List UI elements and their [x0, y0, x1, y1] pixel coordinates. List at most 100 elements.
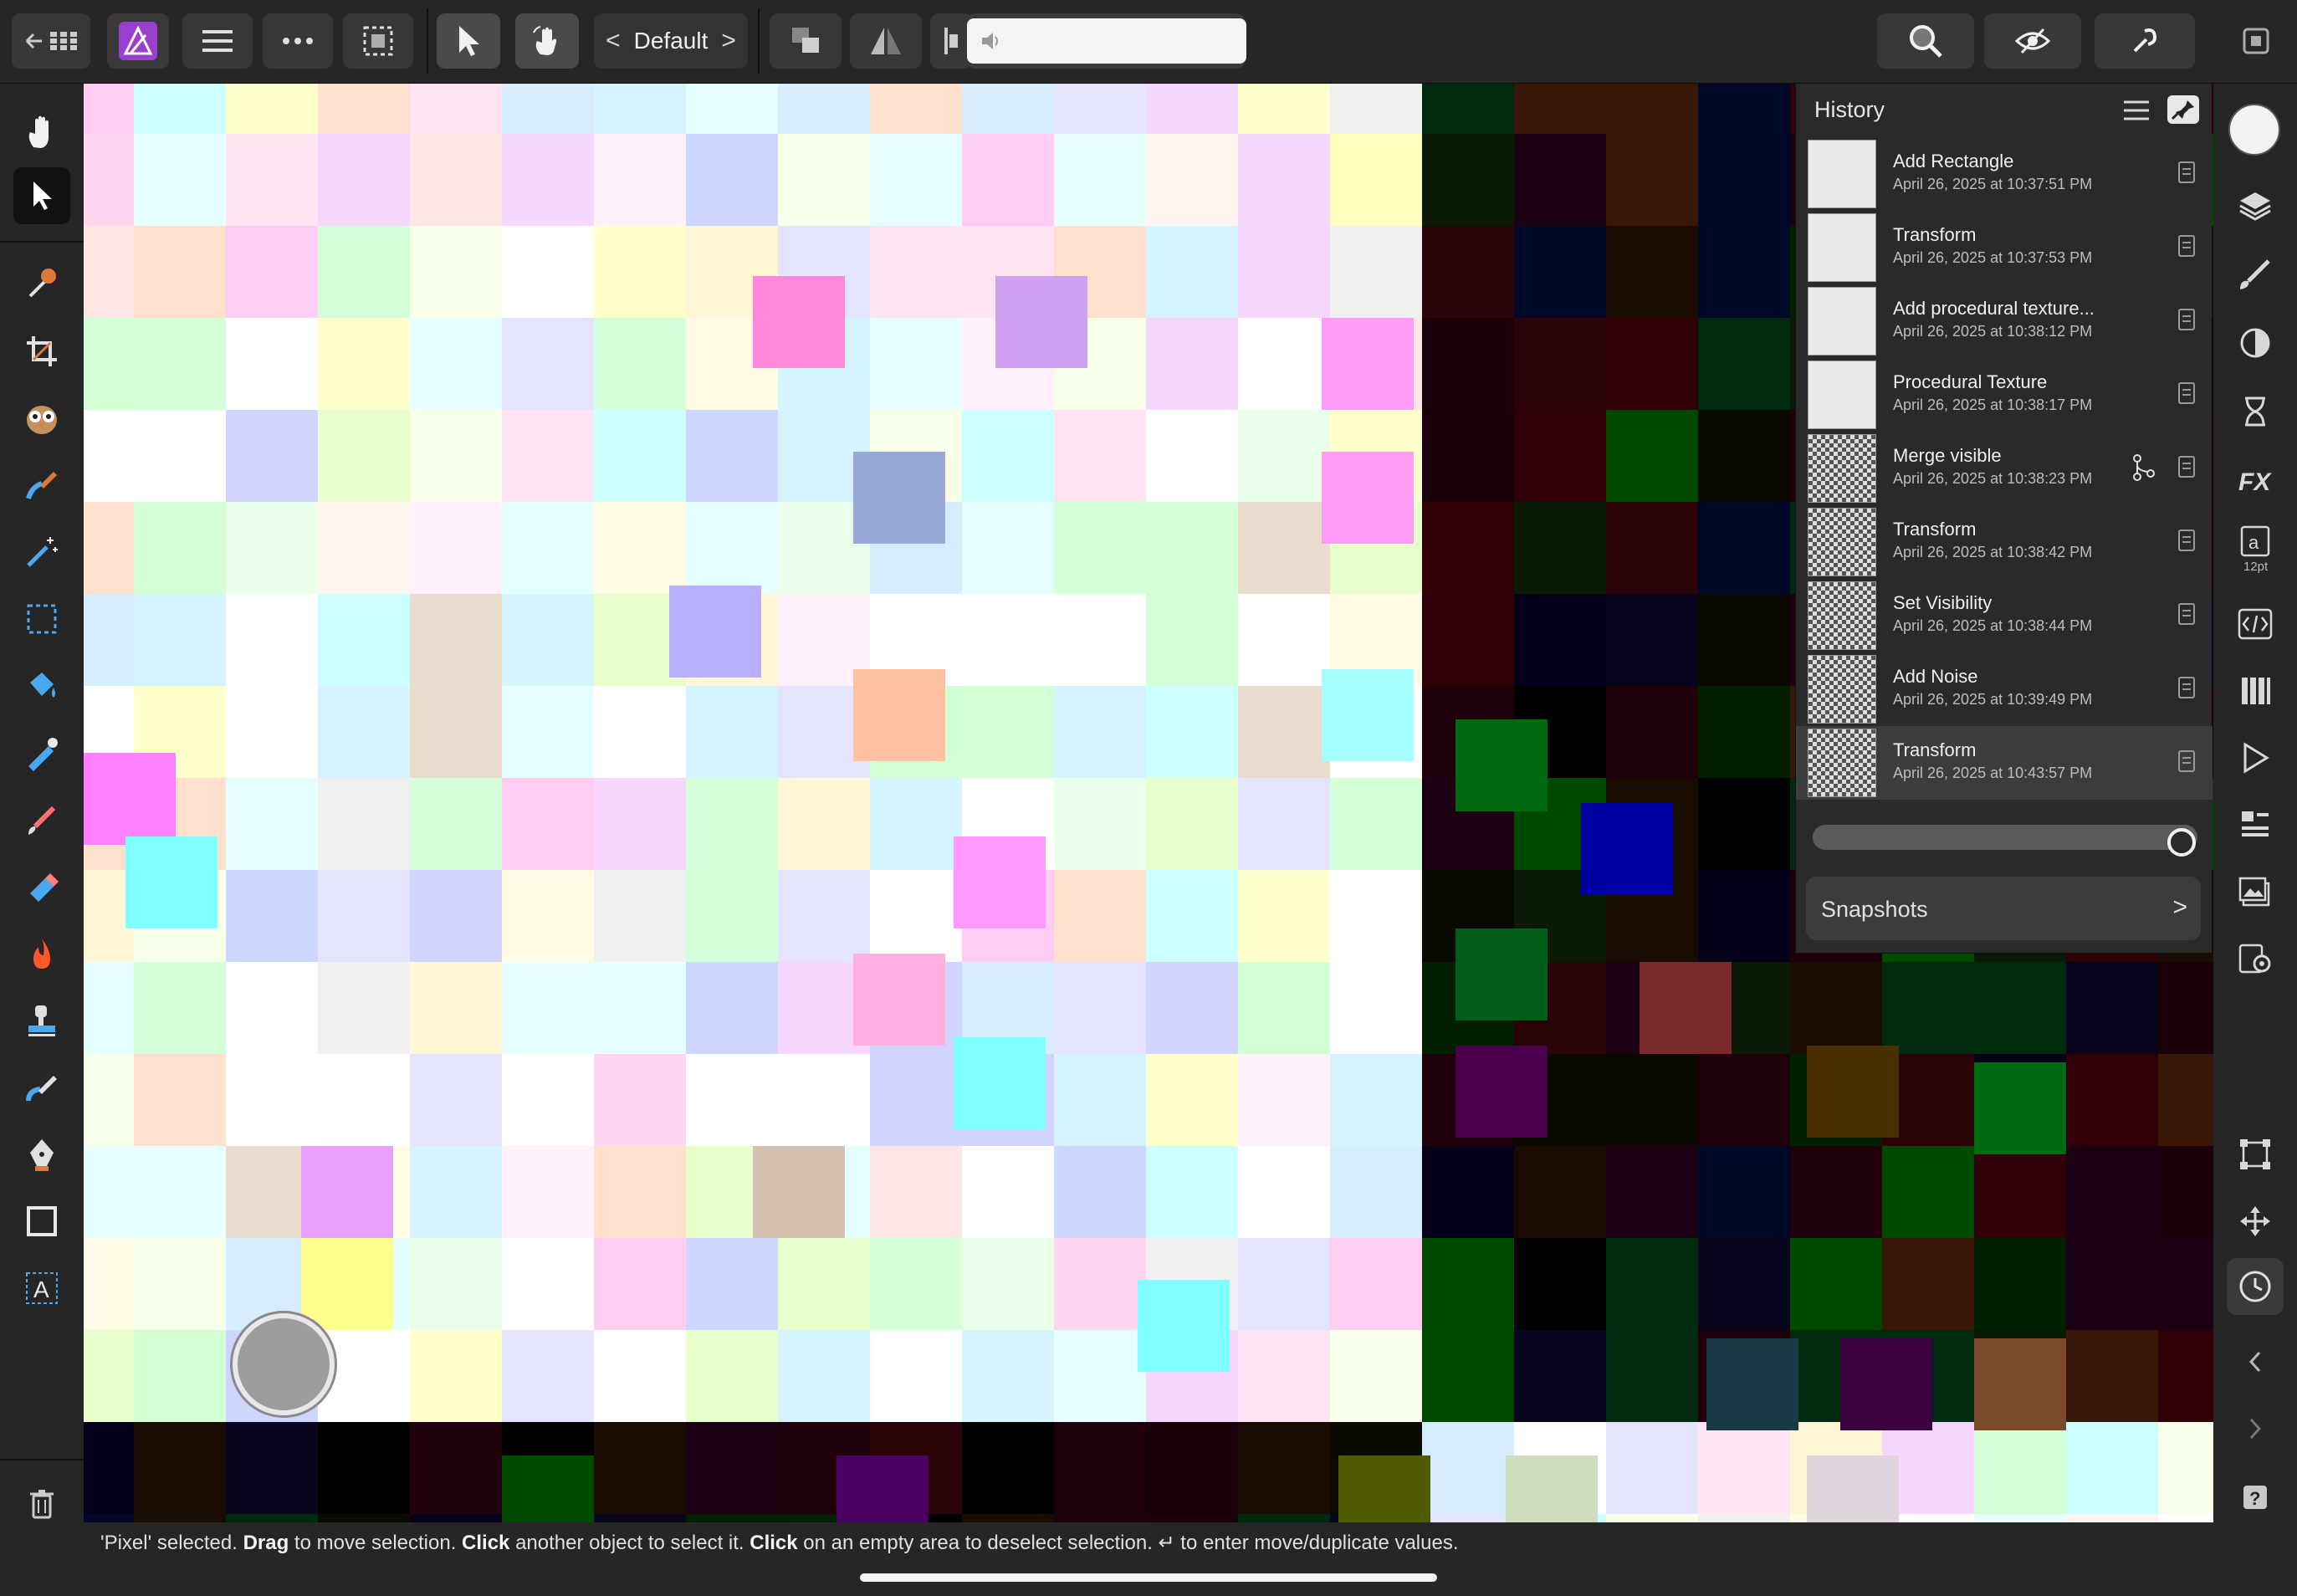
- pen-tool[interactable]: [13, 1126, 70, 1183]
- back-to-gallery-button[interactable]: [12, 13, 90, 69]
- align-button[interactable]: [930, 13, 972, 69]
- character-studio-button[interactable]: a 12pt: [2227, 517, 2284, 584]
- selection-brush-tool[interactable]: [13, 390, 70, 447]
- history-timer-button[interactable]: [2227, 383, 2284, 440]
- pixel-cell: [2066, 1422, 2158, 1514]
- touch-gesture-button[interactable]: [515, 13, 579, 69]
- history-entry[interactable]: Transform April 26, 2025 at 10:38:42 PM: [1796, 505, 2213, 579]
- menu-button[interactable]: [182, 13, 253, 69]
- primary-color-swatch[interactable]: [2228, 104, 2280, 156]
- chevron-right-icon: >: [2172, 893, 2187, 921]
- document-icon[interactable]: [2177, 676, 2196, 699]
- macro-studio-button[interactable]: [2227, 596, 2284, 652]
- history-entry-date: April 26, 2025 at 10:38:17 PM: [1893, 396, 2093, 413]
- swatches-studio-button[interactable]: [2227, 662, 2284, 719]
- history-studio-button[interactable]: [2227, 1258, 2284, 1315]
- history-entry[interactable]: Add Noise April 26, 2025 at 10:39:49 PM: [1796, 652, 2213, 726]
- flood-select-tool[interactable]: [13, 524, 70, 581]
- align-icon: [944, 28, 958, 54]
- pixel-cell: [318, 410, 410, 502]
- layers-studio-button[interactable]: [2227, 177, 2284, 234]
- app-persona-icon[interactable]: [107, 13, 169, 69]
- collapse-left-button[interactable]: [2227, 1333, 2284, 1390]
- document-icon[interactable]: [2177, 749, 2196, 773]
- document-icon[interactable]: [2177, 161, 2196, 184]
- snapping-button[interactable]: [2227, 1126, 2284, 1183]
- document-icon[interactable]: [2177, 381, 2196, 405]
- brush-icon: [2240, 259, 2270, 289]
- view-tool[interactable]: [13, 104, 70, 161]
- pixel-cell: [686, 1514, 778, 1522]
- zoom-button[interactable]: [1877, 13, 1974, 69]
- help-button[interactable]: ?: [2227, 1469, 2284, 1526]
- move-tool-mode-button[interactable]: [437, 13, 500, 69]
- navigator-studio-button[interactable]: [2227, 863, 2284, 920]
- pixel-cell: [1054, 84, 1146, 134]
- fx-studio-button[interactable]: FX: [2227, 452, 2284, 509]
- history-entry[interactable]: Add procedural texture... April 26, 2025 …: [1796, 284, 2213, 358]
- pixel-cell: [134, 1238, 226, 1330]
- home-indicator[interactable]: [860, 1573, 1437, 1582]
- move-tool[interactable]: [13, 167, 70, 224]
- selection-mode-button[interactable]: [343, 13, 413, 69]
- persona-selector[interactable]: < Default >: [594, 13, 748, 69]
- help-assistant-button[interactable]: [2095, 13, 2195, 69]
- pixel-cell: [962, 502, 1054, 594]
- history-entry[interactable]: Set Visibility April 26, 2025 at 10:38:44…: [1796, 579, 2213, 652]
- rectangle-tool[interactable]: [13, 1193, 70, 1250]
- rectangular-marquee-tool[interactable]: [13, 591, 70, 647]
- paint-brush-tool[interactable]: [13, 791, 70, 848]
- arrange-button[interactable]: [770, 13, 842, 69]
- split-view-button[interactable]: [2228, 13, 2284, 69]
- pixel-cell: [1514, 318, 1606, 410]
- persona-prev-chevron[interactable]: <: [606, 27, 621, 55]
- history-entry[interactable]: Merge visible April 26, 2025 at 10:38:23 …: [1796, 432, 2213, 505]
- history-entry[interactable]: Transform April 26, 2025 at 10:43:57 PM: [1796, 726, 2213, 800]
- channels-studio-button[interactable]: [2227, 729, 2284, 786]
- pixel-cell: [1974, 1062, 2066, 1154]
- dodge-burn-tool[interactable]: [13, 925, 70, 982]
- history-entry[interactable]: Transform April 26, 2025 at 10:37:53 PM: [1796, 211, 2213, 284]
- history-entry[interactable]: Add Rectangle April 26, 2025 at 10:37:51 …: [1796, 137, 2213, 211]
- document-icon[interactable]: [2177, 529, 2196, 552]
- nudge-button[interactable]: [2227, 1193, 2284, 1250]
- pixel-cell: [1238, 226, 1330, 318]
- document-icon[interactable]: [2177, 308, 2196, 331]
- view-mode-button[interactable]: [1984, 13, 2081, 69]
- pixel-cell: [962, 1330, 1054, 1422]
- gradient-tool[interactable]: [13, 724, 70, 781]
- pixel-cell: [1581, 803, 1673, 895]
- crop-tool[interactable]: [13, 323, 70, 380]
- history-scrubber-track[interactable]: [1813, 825, 2197, 850]
- color-picker-tool[interactable]: [13, 254, 70, 311]
- pin-panel-button[interactable]: [2167, 95, 2199, 124]
- delete-button[interactable]: [13, 1476, 70, 1532]
- pixel-cell: [502, 1146, 594, 1238]
- erase-brush-tool[interactable]: [13, 858, 70, 915]
- settings-studio-button[interactable]: [2227, 930, 2284, 987]
- history-entry[interactable]: Procedural Texture April 26, 2025 at 10:3…: [1796, 358, 2213, 432]
- pixel-cell: [1706, 1338, 1798, 1430]
- brushes-studio-button[interactable]: [2227, 246, 2284, 303]
- snapshots-button[interactable]: Snapshots >: [1806, 877, 2201, 940]
- flood-fill-tool[interactable]: [13, 657, 70, 714]
- panel-menu-icon[interactable]: [2122, 99, 2151, 122]
- history-scrubber-knob[interactable]: [2167, 828, 2196, 857]
- pixel-cell: [753, 276, 845, 368]
- flip-button[interactable]: [850, 13, 922, 69]
- clone-tool[interactable]: [13, 992, 70, 1049]
- transform-studio-button[interactable]: [2227, 796, 2284, 853]
- branch-icon[interactable]: [2131, 453, 2156, 482]
- document-icon[interactable]: [2177, 455, 2196, 478]
- more-button[interactable]: [263, 13, 333, 69]
- adjustments-studio-button[interactable]: [2227, 315, 2284, 371]
- refine-tool[interactable]: [13, 457, 70, 514]
- document-icon[interactable]: [2177, 602, 2196, 626]
- smudge-tool[interactable]: [13, 1059, 70, 1116]
- persona-next-chevron[interactable]: >: [721, 27, 736, 55]
- pixel-cell: [1054, 134, 1146, 226]
- artistic-text-tool[interactable]: A: [13, 1260, 70, 1317]
- document-icon[interactable]: [2177, 234, 2196, 258]
- expand-right-button[interactable]: [2227, 1400, 2284, 1457]
- pixel-cell: [962, 1514, 1054, 1522]
